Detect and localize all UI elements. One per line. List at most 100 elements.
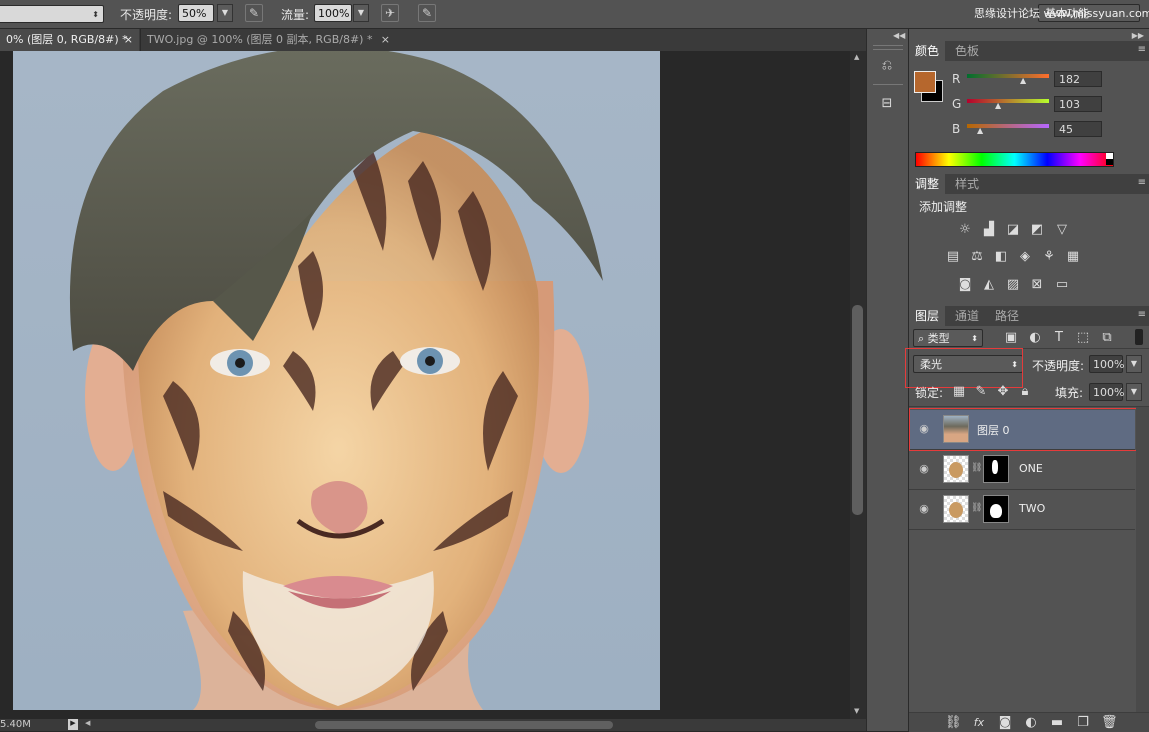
fill-dropdown[interactable]: ▼ (1126, 383, 1142, 401)
visibility-eye-icon[interactable]: ◉ (917, 462, 931, 476)
chain-link-icon[interactable]: ⛓ (971, 463, 982, 473)
chevron-updown-icon: ⬍ (92, 10, 99, 19)
status-menu-arrow-icon[interactable]: ▶ (68, 719, 78, 730)
tab-paths[interactable]: 路径 (989, 306, 1025, 326)
lock-position-icon[interactable]: ✥ (995, 385, 1011, 399)
layer-mask-thumbnail[interactable] (983, 495, 1009, 523)
layer-name[interactable]: ONE (1019, 462, 1043, 475)
chain-link-icon[interactable]: ⛓ (971, 503, 982, 513)
threshold-icon[interactable]: ▨ (1005, 278, 1021, 292)
layer-filter-kind[interactable]: ⌕ 类型 ⬍ (913, 329, 983, 347)
blue-channel-label: B (952, 122, 961, 136)
close-icon[interactable]: × (381, 29, 390, 51)
black-white-icon[interactable]: ◧ (993, 250, 1009, 264)
blue-slider-handle[interactable]: ▲ (977, 126, 983, 135)
tablet-pressure-icon[interactable]: ✎ (418, 4, 436, 22)
exposure-icon[interactable]: ◩ (1029, 223, 1045, 237)
tab-color[interactable]: 颜色 (909, 41, 946, 61)
layer-mask-thumbnail[interactable] (983, 455, 1009, 483)
opacity-dropdown-button[interactable]: ▼ (217, 4, 233, 22)
invert-icon[interactable]: ◙ (957, 278, 973, 292)
color-lookup-icon[interactable]: ▦ (1065, 250, 1081, 264)
filter-smart-object-icon[interactable]: ⧉ (1099, 331, 1115, 345)
tab-document-two[interactable]: TWO.jpg @ 100% (图层 0 副本, RGB/8#) * × (140, 29, 396, 51)
new-group-icon[interactable]: ▬ (1049, 716, 1065, 730)
blue-value-field[interactable]: 45 (1054, 121, 1102, 137)
tab-swatches[interactable]: 色板 (949, 41, 985, 61)
red-slider-handle[interactable]: ▲ (1020, 76, 1026, 85)
canvas-vertical-scrollbar[interactable]: ▲ ▼ (850, 51, 866, 719)
new-layer-icon[interactable]: ❐ (1075, 716, 1091, 730)
lock-image-pixels-icon[interactable]: ✎ (973, 385, 989, 399)
expand-panels-icon[interactable]: ▶▶ (1132, 31, 1144, 40)
fill-field[interactable]: 100% (1089, 383, 1124, 401)
opacity-field[interactable]: 50% (178, 4, 214, 22)
airbrush-pressure-icon[interactable]: ✎ (245, 4, 263, 22)
green-slider-handle[interactable]: ▲ (995, 101, 1001, 110)
filter-toggle-switch[interactable] (1135, 329, 1143, 345)
vibrance-icon[interactable]: ▽ (1054, 223, 1070, 237)
layer-opacity-dropdown[interactable]: ▼ (1126, 355, 1142, 373)
tab-channels[interactable]: 通道 (949, 306, 985, 326)
filter-adjustment-icon[interactable]: ◐ (1027, 331, 1043, 345)
green-slider-track[interactable] (967, 99, 1049, 103)
scroll-down-icon[interactable]: ▼ (854, 707, 859, 715)
scroll-left-icon[interactable]: ◀ (85, 719, 90, 727)
panel-menu-icon[interactable]: ≡ (1138, 44, 1146, 55)
selective-color-icon[interactable]: ⊠ (1029, 278, 1045, 292)
tab-adjustments[interactable]: 调整 (909, 174, 946, 194)
layer-row-two[interactable]: ◉ ⛓ TWO (909, 490, 1135, 530)
trash-icon[interactable]: 🗑︎ (1101, 716, 1118, 730)
flow-field[interactable]: 100% (314, 4, 352, 22)
layer-name[interactable]: TWO (1019, 502, 1045, 515)
link-layers-icon[interactable]: ⛓ (945, 716, 962, 730)
gradient-map-icon[interactable]: ▭ (1054, 278, 1070, 292)
history-icon[interactable]: ⎌ (875, 55, 899, 77)
color-balance-icon[interactable]: ⚖ (969, 250, 985, 264)
channel-mixer-icon[interactable]: ⚘ (1041, 250, 1057, 264)
close-icon[interactable]: × (124, 29, 133, 51)
foreground-color-swatch[interactable] (914, 71, 936, 93)
tab-styles[interactable]: 样式 (949, 174, 985, 194)
new-adjustment-layer-icon[interactable]: ◐ (1023, 716, 1039, 730)
filter-type-icon[interactable]: T (1051, 331, 1067, 345)
lock-all-icon[interactable]: 🔒︎ (1017, 385, 1033, 399)
tab-document-0[interactable]: 0% (图层 0, RGB/8#) * × (0, 29, 139, 51)
layer-thumbnail (943, 495, 969, 523)
red-slider-track[interactable] (967, 74, 1049, 78)
curves-icon[interactable]: ◪ (1005, 223, 1021, 237)
panel-menu-icon[interactable]: ≡ (1138, 177, 1146, 188)
levels-icon[interactable]: ▟ (981, 223, 997, 237)
hue-saturation-icon[interactable]: ▤ (945, 250, 961, 264)
lock-transparent-pixels-icon[interactable]: ▦ (951, 385, 967, 399)
filter-shape-icon[interactable]: ⬚ (1075, 331, 1091, 345)
properties-icon[interactable]: ⊟ (875, 93, 899, 115)
visibility-eye-icon[interactable]: ◉ (917, 502, 931, 516)
layer-row-one[interactable]: ◉ ⛓ ONE (909, 450, 1135, 490)
fx-icon[interactable]: fx (971, 716, 987, 730)
tab-layers[interactable]: 图层 (909, 306, 946, 326)
dock-grip[interactable] (873, 45, 903, 50)
canvas-area[interactable] (0, 51, 850, 719)
vertical-scroll-thumb[interactable] (852, 305, 863, 515)
photo-filter-icon[interactable]: ◈ (1017, 250, 1033, 264)
flow-dropdown-button[interactable]: ▼ (353, 4, 369, 22)
panel-menu-icon[interactable]: ≡ (1138, 309, 1146, 320)
black-swatch[interactable] (1106, 159, 1113, 165)
green-value-field[interactable]: 103 (1054, 96, 1102, 112)
add-mask-icon[interactable]: ◙ (997, 716, 1013, 730)
adjustments-panel: 添加调整 ☼ ▟ ◪ ◩ ▽ ▤ ⚖ ◧ ◈ ⚘ ▦ ◙ ◭ ▨ ⊠ ▭ (909, 194, 1149, 304)
brush-preset-picker[interactable]: ⬍ (0, 5, 104, 23)
layer-list-scrollbar[interactable] (1136, 407, 1149, 712)
scroll-up-icon[interactable]: ▲ (854, 53, 859, 61)
collapse-dock-icon[interactable]: ◀◀ (893, 31, 905, 40)
filter-pixel-icon[interactable]: ▣ (1003, 331, 1019, 345)
layer-opacity-field[interactable]: 100% (1089, 355, 1124, 373)
horizontal-scroll-thumb[interactable] (315, 721, 613, 729)
airbrush-icon[interactable]: ✈ (381, 4, 399, 22)
posterize-icon[interactable]: ◭ (981, 278, 997, 292)
red-value-field[interactable]: 182 (1054, 71, 1102, 87)
document-canvas-image[interactable] (13, 51, 660, 710)
brightness-contrast-icon[interactable]: ☼ (957, 223, 973, 237)
color-spectrum-bar[interactable] (915, 152, 1114, 167)
